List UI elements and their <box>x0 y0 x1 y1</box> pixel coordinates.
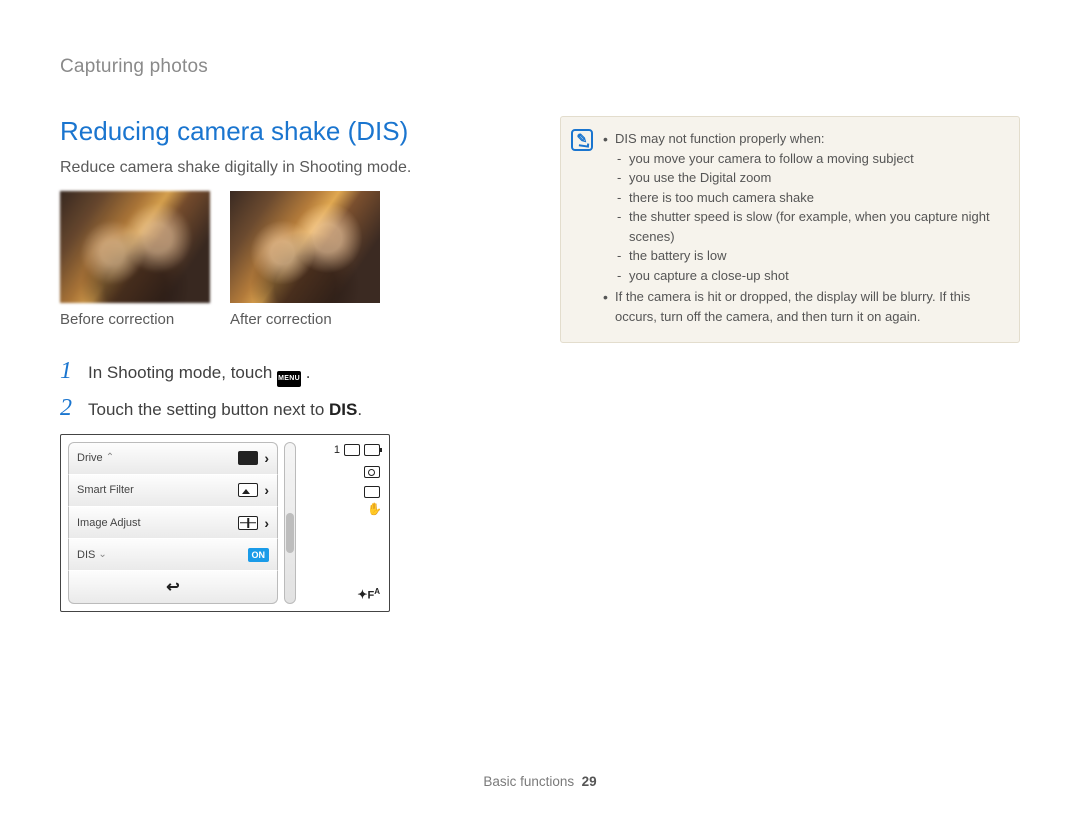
step-text-bold: DIS <box>329 400 357 419</box>
step-text-part: Touch the setting button next to <box>88 400 329 419</box>
step-number: 2 <box>60 395 78 422</box>
step-text: In Shooting mode, touch MENU . <box>88 363 311 387</box>
lcd-status-strip: 1 ✦FA <box>302 442 382 604</box>
photo-before <box>60 191 210 303</box>
note-item: the shutter speed is slow (for example, … <box>615 207 1005 246</box>
chevron-right-icon: › <box>264 515 269 531</box>
lcd-row-image-adjust[interactable]: Image Adjust › <box>68 507 278 539</box>
value-icon <box>238 483 258 497</box>
chevron-right-icon: › <box>264 450 269 466</box>
step-1: 1 In Shooting mode, touch MENU . <box>60 358 520 387</box>
step-text-part: In Shooting mode, touch <box>88 363 277 382</box>
section-heading: Reducing camera shake (DIS) <box>60 116 520 147</box>
step-text-part: . <box>357 400 362 419</box>
step-2: 2 Touch the setting button next to DIS. <box>60 395 520 422</box>
caret-down-icon: ⌄ <box>98 549 106 560</box>
note-item: there is too much camera shake <box>615 188 1005 208</box>
lcd-row-label: Smart Filter <box>77 484 134 496</box>
lcd-scrollbar[interactable] <box>284 442 296 604</box>
note-lead: DIS may not function properly when: you … <box>603 129 1005 285</box>
caption-before: Before correction <box>60 311 210 328</box>
note-item: you use the Digital zoom <box>615 168 1005 188</box>
step-text: Touch the setting button next to DIS. <box>88 400 362 420</box>
photo-after <box>230 191 380 303</box>
step-text-part: . <box>306 363 311 382</box>
section-intro: Reduce camera shake digitally in Shootin… <box>60 159 520 177</box>
lcd-row-label: Drive ⌃ <box>77 452 114 464</box>
note-extra: If the camera is hit or dropped, the dis… <box>603 287 1005 326</box>
camera-lcd-mock: Drive ⌃ › Smart Filter › Image Adjust › … <box>60 434 390 612</box>
caption-after: After correction <box>230 311 380 328</box>
note-box: ✎ DIS may not function properly when: yo… <box>560 116 1020 343</box>
breadcrumb: Capturing photos <box>60 56 1020 78</box>
comparison-photos <box>60 191 520 303</box>
note-item: you move your camera to follow a moving … <box>615 149 1005 169</box>
lcd-row-label: Image Adjust <box>77 517 141 529</box>
flash-auto-indicator: ✦FA <box>357 587 380 602</box>
note-item: the battery is low <box>615 246 1005 266</box>
on-badge: ON <box>248 548 270 562</box>
value-icon <box>238 516 258 530</box>
lcd-row-dis[interactable]: DIS ⌄ ON <box>68 539 278 571</box>
value-icon <box>238 451 258 465</box>
menu-icon: MENU <box>277 371 301 387</box>
lcd-back-button[interactable]: ↩ <box>68 571 278 603</box>
battery-icon <box>364 444 380 456</box>
page-footer: Basic functions 29 <box>0 774 1080 789</box>
note-item: you capture a close-up shot <box>615 266 1005 286</box>
chevron-right-icon: › <box>264 482 269 498</box>
caret-up-icon: ⌃ <box>106 452 114 463</box>
note-icon: ✎ <box>571 129 593 151</box>
dis-hand-icon <box>364 506 380 518</box>
lcd-row-label: DIS ⌄ <box>77 549 107 561</box>
shot-count: 1 <box>334 444 340 456</box>
back-arrow-icon: ↩ <box>166 577 179 597</box>
lcd-row-smart-filter[interactable]: Smart Filter › <box>68 475 278 507</box>
card-icon <box>364 486 380 498</box>
footer-page-number: 29 <box>582 774 597 789</box>
step-number: 1 <box>60 358 78 385</box>
mode-icon <box>364 466 380 478</box>
sd-card-icon <box>344 444 360 456</box>
footer-section: Basic functions <box>483 774 574 789</box>
lcd-menu-panel: Drive ⌃ › Smart Filter › Image Adjust › … <box>68 442 278 604</box>
lcd-row-drive[interactable]: Drive ⌃ › <box>68 442 278 475</box>
